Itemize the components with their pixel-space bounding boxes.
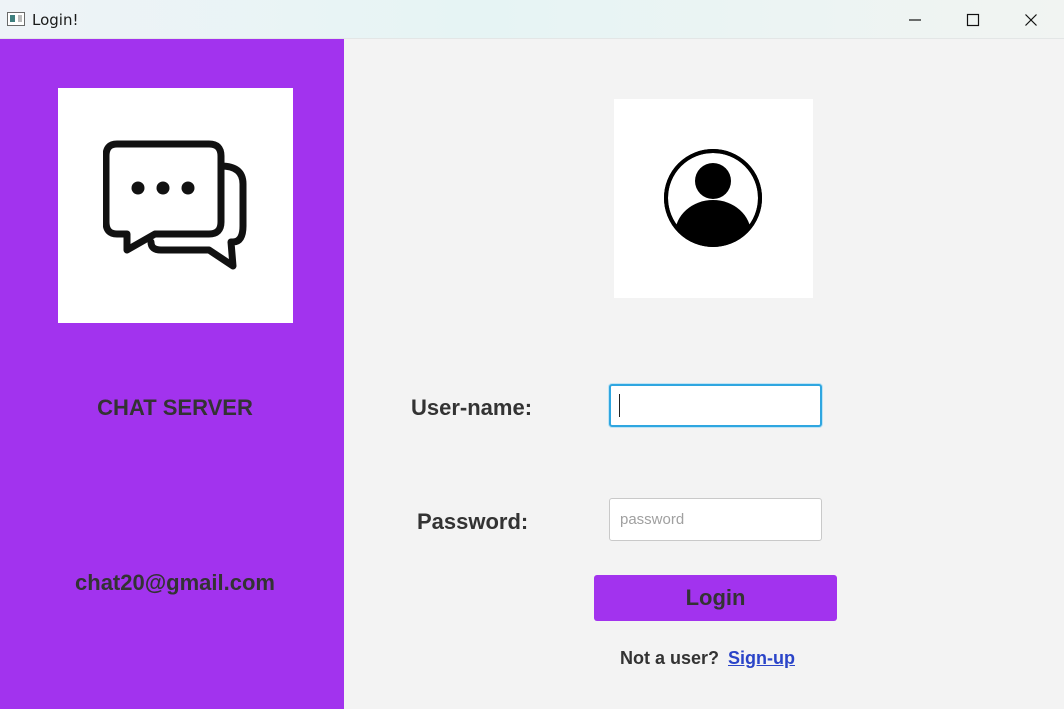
- text-caret: [619, 394, 620, 417]
- user-avatar-icon: [664, 149, 762, 247]
- username-label: User-name:: [411, 395, 533, 420]
- close-icon: [1025, 14, 1037, 26]
- signup-link[interactable]: Sign-up: [728, 648, 795, 669]
- chat-bubbles-icon: [103, 140, 247, 270]
- maximize-icon: [966, 13, 980, 27]
- login-button[interactable]: Login: [594, 575, 837, 621]
- close-button[interactable]: [1002, 0, 1060, 39]
- password-label: Password:: [417, 509, 529, 534]
- avatar-box: [614, 99, 813, 298]
- login-window: Login! CHAT SERVER chat20@gmail.com User…: [0, 0, 1064, 709]
- maximize-button[interactable]: [944, 0, 1002, 39]
- signup-prompt: Not a user?: [620, 648, 720, 668]
- chat-logo: [58, 88, 293, 323]
- password-input[interactable]: [609, 498, 822, 541]
- username-input[interactable]: [609, 384, 822, 427]
- server-title: CHAT SERVER: [97, 395, 253, 420]
- minimize-icon: [909, 19, 921, 21]
- sidebar-panel: CHAT SERVER chat20@gmail.com: [0, 39, 344, 709]
- title-bar: Login!: [0, 0, 1064, 39]
- minimize-button[interactable]: [886, 0, 944, 39]
- app-window-icon: [7, 12, 25, 26]
- window-title: Login!: [32, 11, 79, 29]
- server-email: chat20@gmail.com: [75, 570, 275, 595]
